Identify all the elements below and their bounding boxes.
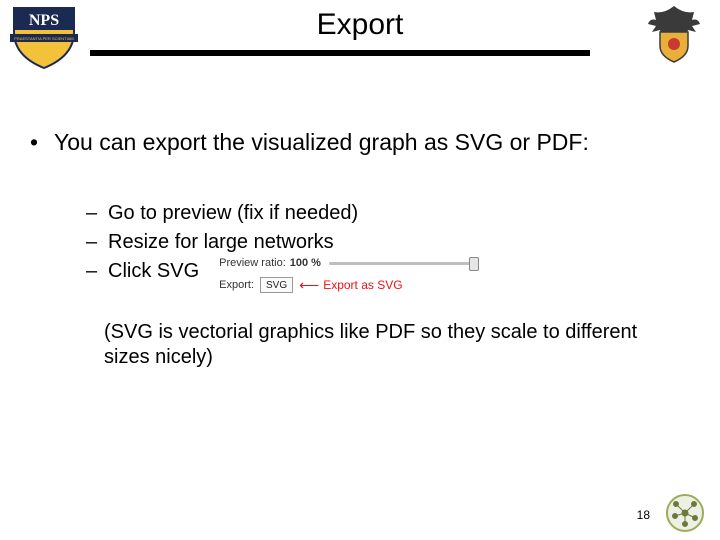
arrow-left-icon: ⟵: [299, 279, 319, 291]
sub-bullet-text: Click SVG: [108, 258, 199, 285]
network-icon: [666, 494, 704, 532]
preview-ratio-slider[interactable]: [329, 256, 479, 270]
sub-bullet-list: –Go to preview (fix if needed) –Resize f…: [86, 200, 479, 295]
note-text: (SVG is vectorial graphics like PDF so t…: [104, 320, 660, 370]
preview-widget: Preview ratio: 100 % Export: SVG ⟵ Expor…: [219, 256, 479, 293]
sub-bullet-text: Resize for large networks: [108, 231, 334, 253]
sub-bullet-item: –Click SVG Preview ratio: 100 % Export: …: [86, 258, 479, 293]
title-underline: [90, 50, 590, 56]
export-svg-annotation: Export as SVG: [323, 277, 402, 293]
export-label: Export:: [219, 278, 254, 293]
sub-bullet-item: –Go to preview (fix if needed): [86, 200, 479, 227]
sub-bullet-text: Go to preview (fix if needed): [108, 202, 358, 224]
slider-thumb-icon: [469, 257, 479, 271]
slide-title: Export: [317, 8, 404, 41]
main-bullet: •You can export the visualized graph as …: [30, 128, 690, 157]
sub-bullet-item: –Resize for large networks: [86, 229, 479, 256]
main-bullet-text: You can export the visualized graph as S…: [54, 129, 589, 155]
page-number: 18: [637, 508, 650, 522]
export-svg-button[interactable]: SVG: [260, 277, 293, 293]
preview-ratio-value: 100 %: [290, 256, 321, 271]
preview-ratio-label: Preview ratio:: [219, 256, 286, 271]
